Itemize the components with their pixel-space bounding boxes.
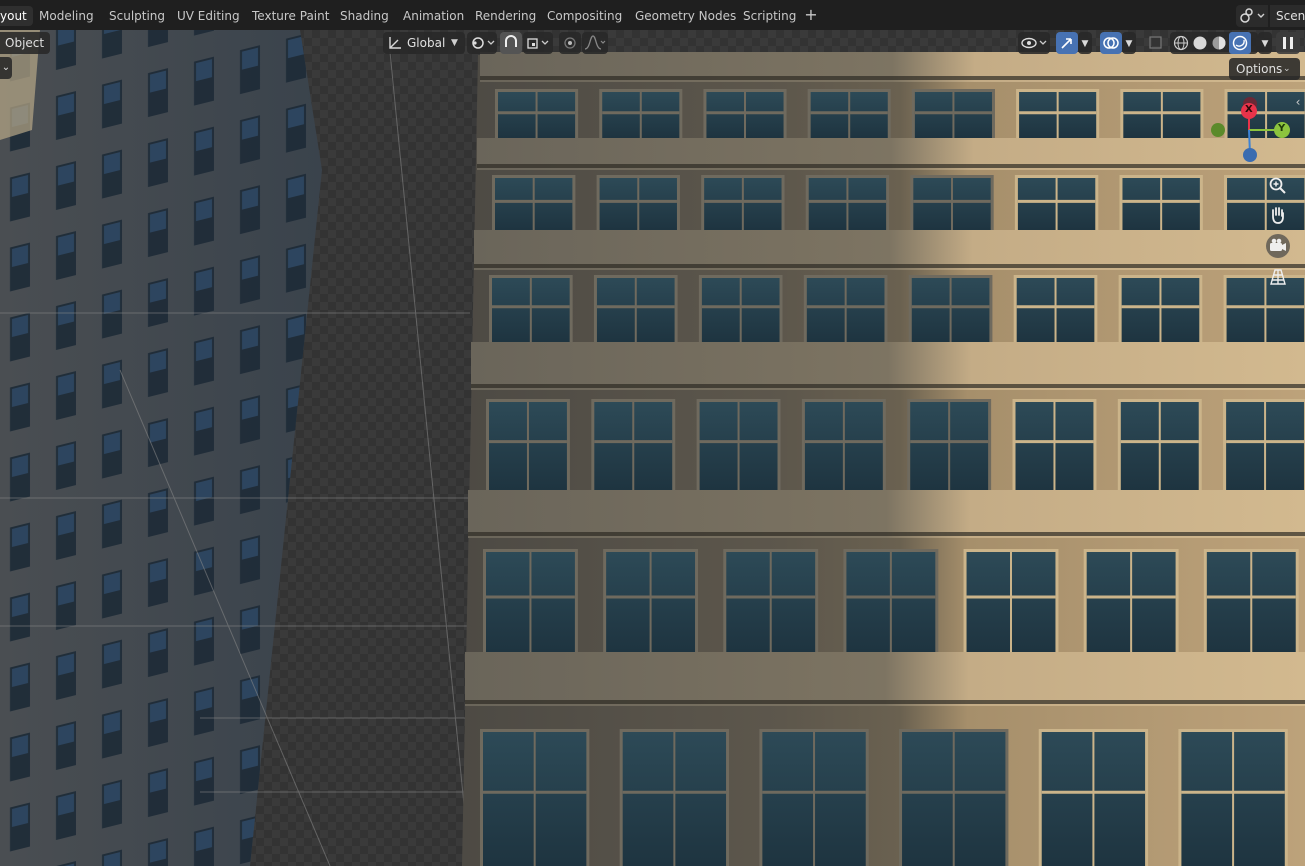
gizmo-toggle-icon[interactable] — [1056, 32, 1078, 54]
ledge-shadow — [474, 264, 1305, 268]
chevron-down-icon: ▼ — [451, 38, 458, 48]
chevron-down-icon: ⌄ — [1283, 64, 1291, 74]
snap-toggle-icon[interactable] — [500, 32, 522, 54]
viewport-right-header: ▼ ▼ ▼ — [1018, 32, 1305, 54]
options-dropdown[interactable]: Options ⌄ — [1229, 58, 1300, 80]
left-building — [0, 30, 322, 866]
ledge-shadow — [465, 700, 1305, 704]
facade-ledge — [465, 652, 1305, 706]
tab-modeling[interactable]: Modeling — [35, 6, 98, 26]
orientation-label: Global — [407, 36, 446, 50]
gizmo-x-label: X — [1245, 104, 1253, 115]
pause-render-icon[interactable] — [1276, 32, 1300, 54]
tab-texture-paint[interactable]: Texture Paint — [248, 6, 333, 26]
add-workspace-button[interactable]: + — [802, 6, 820, 26]
scene-selector-icon[interactable] — [1236, 5, 1268, 27]
options-label: Options — [1236, 62, 1283, 76]
facade-ledge — [468, 490, 1305, 538]
snapping-controls — [467, 32, 609, 54]
wireframe-shading-icon — [1173, 35, 1189, 51]
ledge-shadow — [471, 384, 1305, 388]
camera-view-icon[interactable] — [1266, 234, 1290, 258]
tab-shading[interactable]: Shading — [336, 6, 393, 26]
zoom-icon[interactable] — [1266, 174, 1290, 198]
scene-name-field[interactable]: Scene — [1270, 5, 1305, 27]
shading-mode-buttons — [1170, 32, 1258, 54]
gizmo-options-chevron-icon[interactable]: ▼ — [1078, 32, 1092, 54]
object-mode-label[interactable]: Object — [0, 32, 51, 54]
tab-yout[interactable]: yout — [0, 6, 33, 26]
transform-orientation-dropdown[interactable]: Global ▼ — [383, 32, 465, 54]
tab-animation[interactable]: Animation — [399, 6, 468, 26]
falloff-curve-icon[interactable] — [582, 32, 608, 54]
facade-ledge — [471, 342, 1305, 390]
tab-rendering[interactable]: Rendering — [471, 6, 540, 26]
tab-scripting[interactable]: Scripting — [739, 6, 800, 26]
tab-uv-editing[interactable]: UV Editing — [173, 6, 244, 26]
workspace-bar: yout Modeling Sculpting UV Editing Texture P… — [0, 0, 1305, 31]
ledge-shadow — [468, 532, 1305, 536]
solid-shading-icon — [1193, 36, 1207, 50]
material-shading-icon — [1212, 36, 1226, 50]
pivot-point-icon[interactable] — [467, 32, 497, 54]
tab-sculpting[interactable]: Sculpting — [105, 6, 169, 26]
navigation-gizmo[interactable]: X Y — [1206, 92, 1300, 172]
3d-viewport[interactable]: Object ⌄ Global ▼ ▼ ▼ ▼ Options ⌄ ‹ X Y — [0, 30, 1305, 866]
tab-compositing[interactable]: Compositing — [543, 6, 626, 26]
render-scene — [0, 30, 1305, 866]
overlays-options-chevron-icon[interactable]: ▼ — [1122, 32, 1136, 54]
proportional-edit-icon[interactable] — [559, 32, 581, 54]
tab-geometry-nodes[interactable]: Geometry Nodes — [631, 6, 740, 26]
visibility-eye-icon[interactable] — [1018, 32, 1050, 54]
gizmo-y-label: Y — [1278, 123, 1286, 134]
xray-toggle-icon[interactable] — [1146, 32, 1166, 54]
snap-target-icon[interactable] — [523, 32, 553, 54]
ledge-shadow — [480, 76, 1305, 80]
orientation-icon — [389, 37, 401, 49]
hand-pan-icon[interactable] — [1266, 203, 1290, 227]
ledge-shadow — [477, 164, 1305, 168]
shading-options-chevron-icon[interactable]: ▼ — [1258, 32, 1272, 54]
collapse-chevron-icon[interactable]: ⌄ — [0, 57, 12, 79]
perspective-toggle-icon[interactable] — [1266, 265, 1290, 289]
overlays-toggle-icon[interactable] — [1100, 32, 1122, 54]
